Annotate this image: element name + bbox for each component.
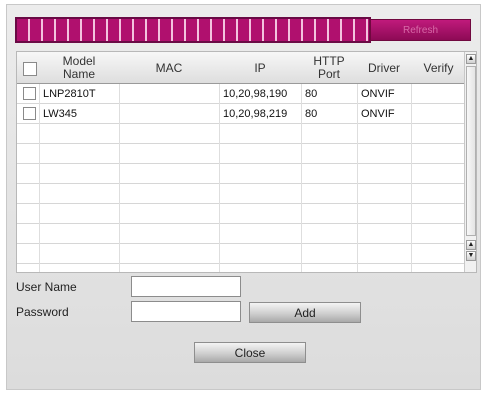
table-row[interactable] — [17, 244, 466, 264]
column-divider — [39, 84, 40, 272]
column-divider — [301, 84, 302, 272]
cell-ip: 10,20,98,190 — [223, 88, 288, 100]
table-scrollbar[interactable]: ▲ ▲ ▼ — [464, 52, 476, 272]
cell-driver: ONVIF — [361, 88, 395, 100]
column-header-http-port[interactable]: HTTP Port — [301, 52, 357, 84]
table-row[interactable] — [17, 224, 466, 244]
column-header-mac-label: MAC — [155, 60, 183, 75]
column-divider — [119, 84, 120, 272]
table-row[interactable]: LNP2810T 10,20,98,190 80 ONVIF — [17, 84, 466, 104]
column-header-verify-label: Verify — [423, 60, 454, 75]
user-name-input[interactable] — [131, 276, 241, 297]
device-table: Model Name MAC IP HTTP Port Driver Verif… — [16, 51, 477, 273]
table-row[interactable] — [17, 144, 466, 164]
cell-port: 80 — [305, 88, 318, 100]
table-row[interactable] — [17, 124, 466, 144]
cell-port: 80 — [305, 108, 318, 120]
column-header-ip[interactable]: IP — [219, 52, 301, 84]
table-row[interactable] — [17, 184, 466, 204]
column-header-driver[interactable]: Driver — [357, 52, 411, 84]
scroll-down-icon[interactable]: ▼ — [466, 251, 476, 261]
column-header-http-port-label: HTTP Port — [313, 54, 345, 81]
column-header-ip-label: IP — [254, 60, 266, 75]
device-search-dialog: Refresh Model Name MAC IP HTTP Port Driv… — [6, 4, 481, 390]
column-header-driver-label: Driver — [368, 60, 400, 75]
row-checkbox[interactable] — [23, 107, 36, 120]
column-header-model-name-label: Model Name — [62, 54, 96, 81]
table-row[interactable]: LW345 10,20,98,219 80 ONVIF — [17, 104, 466, 124]
table-header: Model Name MAC IP HTTP Port Driver Verif… — [17, 52, 466, 84]
cell-model: LW345 — [43, 108, 78, 120]
cell-model: LNP2810T — [43, 88, 96, 100]
column-divider — [357, 84, 358, 272]
column-divider — [411, 84, 412, 272]
cell-driver: ONVIF — [361, 108, 395, 120]
row-checkbox[interactable] — [23, 87, 36, 100]
select-all-checkbox[interactable] — [23, 62, 37, 76]
password-label: Password — [16, 305, 69, 319]
add-button[interactable]: Add — [249, 302, 361, 323]
column-header-mac[interactable]: MAC — [119, 52, 219, 84]
table-row[interactable] — [17, 204, 466, 224]
password-input[interactable] — [131, 301, 241, 322]
refresh-button[interactable]: Refresh — [370, 19, 471, 41]
scan-progress-bar — [15, 17, 371, 43]
column-divider — [219, 84, 220, 272]
column-header-verify[interactable]: Verify — [411, 52, 466, 84]
close-button[interactable]: Close — [194, 342, 306, 363]
user-name-label: User Name — [16, 280, 77, 294]
scroll-up-icon[interactable]: ▲ — [466, 54, 476, 64]
table-row[interactable] — [17, 164, 466, 184]
scrollbar-thumb[interactable] — [466, 66, 476, 236]
column-header-model-name[interactable]: Model Name — [39, 52, 119, 84]
cell-ip: 10,20,98,219 — [223, 108, 288, 120]
scroll-up-icon[interactable]: ▲ — [466, 240, 476, 250]
